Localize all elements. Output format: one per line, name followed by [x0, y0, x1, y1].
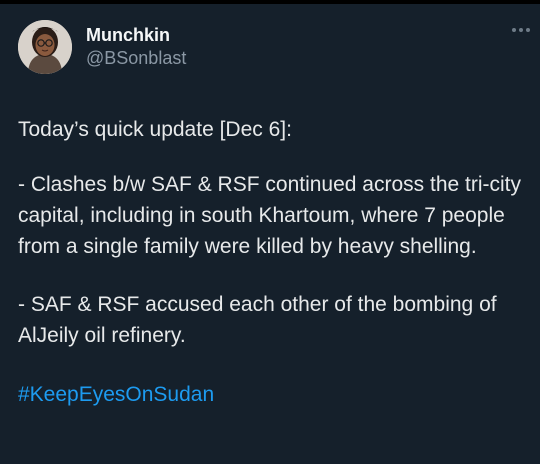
- author-info: Munchkin @BSonblast: [86, 24, 186, 70]
- avatar[interactable]: [18, 20, 72, 74]
- avatar-image: [18, 20, 72, 74]
- display-name[interactable]: Munchkin: [86, 24, 186, 46]
- more-options-button[interactable]: [512, 28, 530, 32]
- tweet-bullet-clashes: - Clashes b/w SAF & RSF continued across…: [18, 173, 522, 258]
- user-handle[interactable]: @BSonblast: [86, 46, 186, 70]
- tweet-header: Munchkin @BSonblast: [18, 20, 186, 74]
- tweet-intro: Today’s quick update [Dec 6]:: [18, 118, 292, 141]
- more-dots-icon: [526, 28, 530, 32]
- hashtag-link[interactable]: #KeepEyesOnSudan: [18, 379, 526, 410]
- top-edge: [0, 0, 540, 4]
- tweet-card: Munchkin @BSonblast Today’s quick update…: [0, 0, 540, 464]
- more-dots-icon: [512, 28, 516, 32]
- more-dots-icon: [519, 28, 523, 32]
- tweet-text: Today’s quick update [Dec 6]: - Clashes …: [18, 114, 526, 410]
- tweet-bullet-refinery: - SAF & RSF accused each other of the bo…: [18, 293, 497, 347]
